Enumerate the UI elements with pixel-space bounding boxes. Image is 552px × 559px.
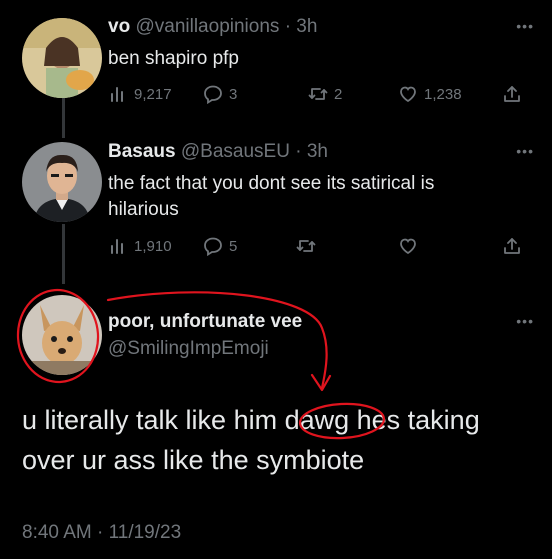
tweet-text: ben shapiro pfp (108, 48, 239, 69)
tweet-text: the fact that you dont see its satirical… (108, 173, 435, 220)
main-tweet-header: poor, unfortunate vee (108, 311, 302, 333)
main-tweet-text: u literally talk like him dawg hes takin… (22, 405, 480, 475)
share-button[interactable] (502, 236, 522, 256)
tweet-time[interactable]: 3h (296, 16, 317, 37)
views-count: 9,217 (134, 85, 172, 103)
avatar-image-vo (22, 18, 102, 98)
arrowhead-annotation (310, 373, 332, 392)
share-button[interactable] (502, 84, 522, 104)
more-icon[interactable]: ••• (516, 18, 534, 34)
avatar-image-chihuahua (22, 295, 102, 375)
separator-dot: · (295, 141, 302, 162)
thread-line-2 (62, 224, 65, 284)
share-icon (504, 238, 520, 254)
tweet-2-actions: 1,910 5 (108, 236, 522, 260)
like-icon (400, 238, 416, 255)
more-icon[interactable]: ••• (516, 143, 534, 159)
thread-line-1 (62, 98, 65, 138)
views-count: 1,910 (134, 237, 172, 255)
reply-count: 5 (229, 237, 238, 255)
display-name[interactable]: poor, unfortunate vee (108, 311, 302, 332)
reply-count: 3 (229, 85, 238, 103)
tweet-2-header: Basaus @BasausEU · 3h (108, 141, 328, 163)
handle[interactable]: @BasausEU (181, 141, 290, 162)
retweet-icon (296, 240, 316, 252)
reply-icon (204, 237, 222, 256)
views-button[interactable]: 9,217 (108, 84, 172, 104)
handle[interactable]: @vanillaopinions (135, 16, 279, 37)
avatar[interactable] (22, 295, 102, 375)
more-icon[interactable]: ••• (516, 313, 534, 329)
like-icon (400, 86, 416, 103)
reply-button[interactable]: 5 (203, 236, 237, 256)
retweet-button[interactable] (296, 236, 316, 256)
avatar-image-basaus (22, 142, 102, 222)
main-tweet-timestamp[interactable]: 8:40 AM · 11/19/23 (22, 522, 181, 544)
reply-icon (204, 85, 222, 104)
tweet-1-header: vo @vanillaopinions · 3h (108, 16, 317, 38)
retweet-button[interactable]: 2 (308, 84, 342, 104)
views-button[interactable]: 1,910 (108, 236, 172, 256)
handle[interactable]: @SmilingImpEmoji (108, 338, 269, 359)
retweet-count: 2 (334, 85, 343, 103)
share-icon (504, 86, 520, 102)
main-tweet-handle-row: @SmilingImpEmoji (108, 338, 269, 360)
like-button[interactable] (398, 236, 418, 256)
like-button[interactable]: 1,238 (398, 84, 462, 104)
display-name[interactable]: vo (108, 16, 130, 37)
tweet-time[interactable]: 3h (307, 141, 328, 162)
avatar[interactable] (22, 142, 102, 222)
like-count: 1,238 (424, 85, 462, 103)
analytics-icon (111, 87, 123, 102)
separator-dot: · (284, 16, 292, 37)
tweet-1-actions: 9,217 3 2 1,238 (108, 84, 522, 108)
reply-button[interactable]: 3 (203, 84, 237, 104)
display-name[interactable]: Basaus (108, 141, 176, 162)
retweet-icon (308, 88, 328, 100)
analytics-icon (111, 239, 123, 254)
avatar[interactable] (22, 18, 102, 98)
